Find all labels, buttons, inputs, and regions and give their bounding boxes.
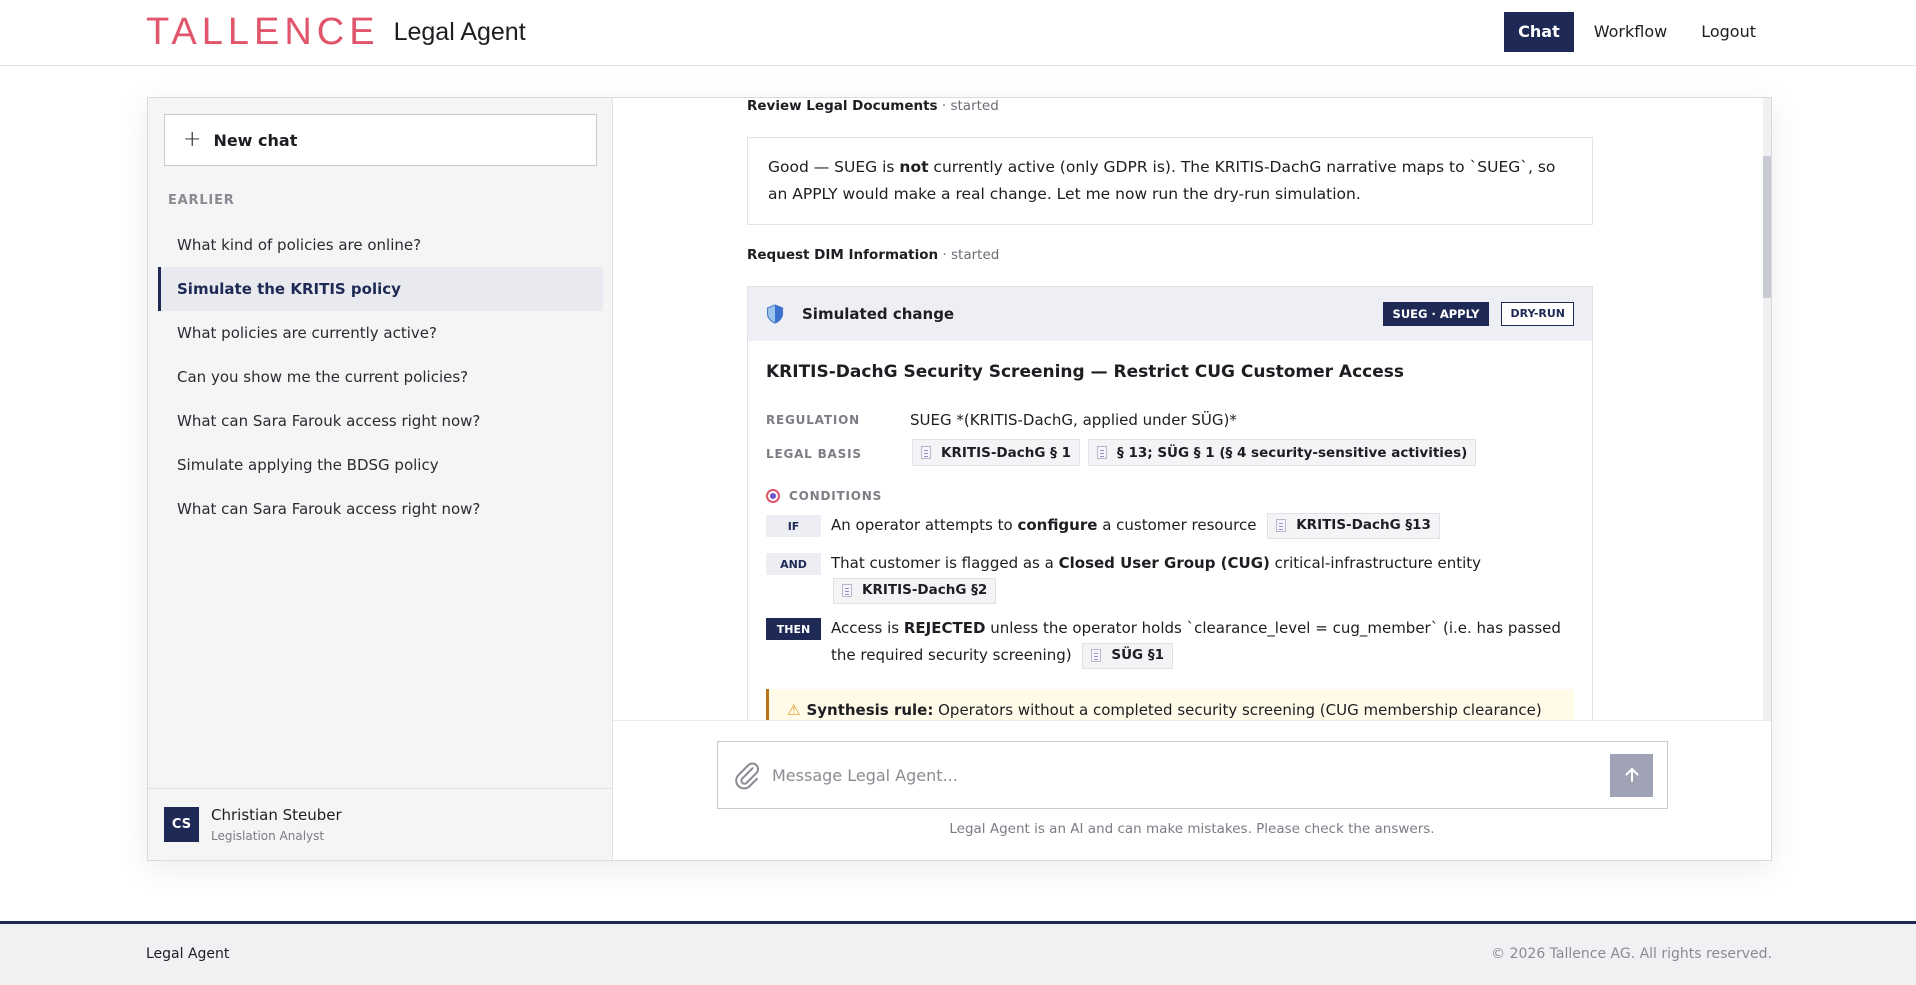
step-name: Review Legal Documents xyxy=(747,98,938,114)
synthesis-rule-callout: ⚠ Synthesis rule: Operators without a com… xyxy=(766,689,1574,720)
legal-reference-chip[interactable]: § 13; SÜG § 1 (§ 4 security-sensitive ac… xyxy=(1088,439,1477,466)
history-item-active[interactable]: Simulate the KRITIS policy xyxy=(158,267,603,311)
ai-disclaimer: Legal Agent is an AI and can make mistak… xyxy=(949,821,1435,837)
nav-logout[interactable]: Logout xyxy=(1687,12,1770,52)
action-badge: SUEG · APPLY xyxy=(1382,302,1490,326)
simulated-change-card: Simulated change SUEG · APPLY DRY-RUN KR… xyxy=(747,286,1593,720)
condition-keyword: AND xyxy=(766,553,821,575)
send-button[interactable] xyxy=(1610,753,1653,797)
regulation-label: REGULATION xyxy=(766,413,860,427)
new-chat-button[interactable]: + New chat xyxy=(164,114,597,166)
document-icon xyxy=(1276,519,1287,532)
target-icon xyxy=(766,489,780,503)
main-nav: Chat Workflow Logout xyxy=(1504,12,1770,52)
step-status: Request DIM Information · started xyxy=(747,247,999,263)
condition-text: Access is REJECTED unless the operator h… xyxy=(831,615,1561,669)
message-composer: Message Legal Agent... xyxy=(717,741,1668,809)
history-item[interactable]: Simulate applying the BDSG policy xyxy=(158,443,603,487)
app-frame: + New chat EARLIER What kind of policies… xyxy=(147,97,1772,861)
message-input[interactable]: Message Legal Agent... xyxy=(772,766,1610,785)
text-emphasis: Closed User Group (CUG) xyxy=(1058,554,1270,572)
condition-keyword: IF xyxy=(766,515,821,537)
paperclip-icon[interactable] xyxy=(732,760,762,790)
chat-sidebar: + New chat EARLIER What kind of policies… xyxy=(148,98,613,860)
condition-text: An operator attempts to configure a cust… xyxy=(831,512,1440,539)
plus-icon: + xyxy=(183,127,202,152)
conditions-header: CONDITIONS xyxy=(766,489,882,503)
chip-label: § 13; SÜG § 1 (§ 4 security-sensitive ac… xyxy=(1117,444,1468,461)
avatar: CS xyxy=(164,807,199,842)
app-name: Legal Agent xyxy=(393,18,526,46)
legal-reference-chip[interactable]: KRITIS-DachG § 1 xyxy=(912,439,1080,466)
document-icon xyxy=(1091,649,1102,662)
shield-icon xyxy=(766,304,784,324)
text-segment: An operator attempts to xyxy=(831,516,1018,534)
new-chat-label: New chat xyxy=(213,130,298,150)
chip-label: KRITIS-DachG §13 xyxy=(1296,517,1431,533)
text-segment: Access is xyxy=(831,619,904,637)
condition-if: IF An operator attempts to configure a c… xyxy=(766,512,1440,539)
legal-reference-chip[interactable]: KRITIS-DachG §2 xyxy=(833,577,997,604)
message-text: Good — SUEG is xyxy=(768,158,900,176)
document-icon xyxy=(842,584,852,597)
regulation-value: SUEG *(KRITIS-DachG, applied under SÜG)* xyxy=(910,411,1237,429)
card-header-title: Simulated change xyxy=(802,305,955,323)
user-profile[interactable]: CS Christian Steuber Legislation Analyst xyxy=(148,788,612,860)
message-emphasis: not xyxy=(899,158,929,176)
condition-then: THEN Access is REJECTED unless the opera… xyxy=(766,618,1576,669)
text-segment: critical-infrastructure entity xyxy=(1269,554,1482,572)
history-item[interactable]: What can Sara Farouk access right now? xyxy=(158,399,603,443)
user-name: Christian Steuber xyxy=(211,806,342,824)
history-item[interactable]: What policies are currently active? xyxy=(158,311,603,355)
footer-app-name: Legal Agent xyxy=(146,946,230,962)
text-segment: a customer resource xyxy=(1097,516,1257,534)
history-item[interactable]: Can you show me the current policies? xyxy=(158,355,603,399)
chip-label: KRITIS-DachG § 1 xyxy=(941,444,1071,461)
scrollbar-thumb[interactable] xyxy=(1763,156,1771,298)
legal-reference-chip[interactable]: SÜG §1 xyxy=(1082,642,1173,669)
assistant-message: Good — SUEG is not currently active (onl… xyxy=(747,137,1593,225)
chat-panel: Review Legal Documents · started Good — … xyxy=(613,98,1771,860)
chat-history-list: What kind of policies are online? Simula… xyxy=(158,223,603,531)
brand-logo[interactable]: TALLENCE Legal Agent xyxy=(146,13,526,51)
policy-title: KRITIS-DachG Security Screening — Restri… xyxy=(766,362,1405,382)
tallence-logo: TALLENCE xyxy=(146,11,380,53)
top-navigation-bar: TALLENCE Legal Agent Chat Workflow Logou… xyxy=(0,0,1916,66)
condition-text: That customer is flagged as a Closed Use… xyxy=(831,550,1531,604)
legal-basis-label: LEGAL BASIS xyxy=(766,447,862,461)
footer-copyright: © 2026 Tallence AG. All rights reserved. xyxy=(1491,946,1772,962)
text-segment: That customer is flagged as a xyxy=(831,554,1059,572)
composer-area: Message Legal Agent... Legal Agent is an… xyxy=(613,720,1771,860)
nav-workflow[interactable]: Workflow xyxy=(1580,12,1681,52)
step-state: · started xyxy=(942,247,1000,263)
synthesis-label: Synthesis rule: xyxy=(806,701,934,719)
chip-label: KRITIS-DachG §2 xyxy=(862,582,988,598)
user-role: Legislation Analyst xyxy=(211,829,325,843)
tag-group: SUEG · APPLY DRY-RUN xyxy=(1382,302,1574,326)
card-header: Simulated change SUEG · APPLY DRY-RUN xyxy=(748,287,1592,341)
step-name: Request DIM Information xyxy=(747,247,939,263)
history-section-label: EARLIER xyxy=(168,193,235,208)
step-status: Review Legal Documents · started xyxy=(747,98,999,114)
text-emphasis: configure xyxy=(1017,516,1098,534)
arrow-up-icon xyxy=(1625,768,1638,782)
legal-basis-chips: KRITIS-DachG § 1 § 13; SÜG § 1 (§ 4 secu… xyxy=(912,439,1484,466)
chat-scrollbar[interactable] xyxy=(1763,98,1771,720)
warning-icon: ⚠ xyxy=(787,701,801,719)
condition-keyword: THEN xyxy=(766,618,821,640)
document-icon xyxy=(921,446,931,459)
conditions-label: CONDITIONS xyxy=(789,489,883,503)
condition-and: AND That customer is flagged as a Closed… xyxy=(766,553,1566,604)
chat-transcript[interactable]: Review Legal Documents · started Good — … xyxy=(613,98,1771,720)
nav-chat[interactable]: Chat xyxy=(1504,12,1574,52)
history-item[interactable]: What can Sara Farouk access right now? xyxy=(158,487,603,531)
chip-label: SÜG §1 xyxy=(1111,647,1164,663)
dry-run-badge: DRY-RUN xyxy=(1501,302,1574,326)
page-footer: Legal Agent © 2026 Tallence AG. All righ… xyxy=(0,921,1916,985)
legal-reference-chip[interactable]: KRITIS-DachG §13 xyxy=(1267,512,1440,539)
history-item[interactable]: What kind of policies are online? xyxy=(158,223,603,267)
document-icon xyxy=(1097,446,1107,459)
text-emphasis: REJECTED xyxy=(903,619,986,637)
step-state: · started xyxy=(941,98,999,114)
